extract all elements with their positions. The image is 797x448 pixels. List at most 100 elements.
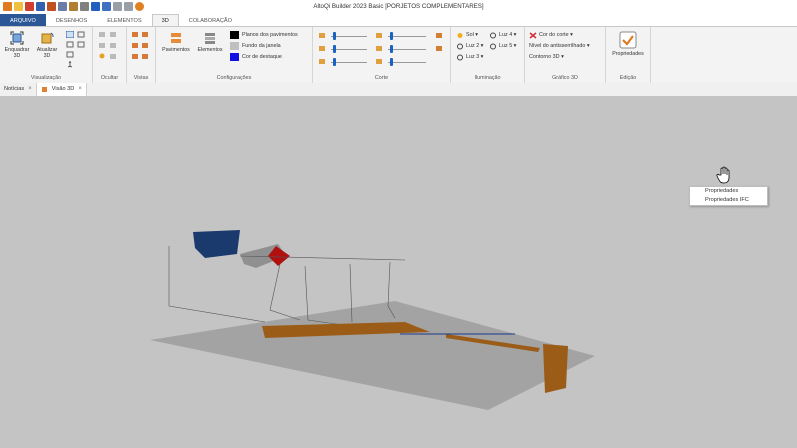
cut-x-slider[interactable] bbox=[331, 36, 367, 37]
tab-desenhos[interactable]: DESENHOS bbox=[46, 14, 97, 26]
luz5-option[interactable]: Luz 5 ▾ bbox=[499, 43, 516, 49]
model-3d-scene[interactable] bbox=[0, 96, 797, 448]
floor-plane bbox=[150, 301, 595, 410]
bulb-4-icon[interactable] bbox=[489, 32, 497, 39]
planos-color-swatch[interactable] bbox=[230, 31, 239, 39]
view-list-icon[interactable] bbox=[77, 31, 85, 38]
window-title: AltoQi Builder 2023 Basic [PORJETOS COMP… bbox=[313, 3, 484, 10]
cut-y-slider[interactable] bbox=[331, 49, 367, 50]
cor-corte-option[interactable]: Cor do corte ▾ bbox=[539, 32, 573, 38]
view-camera-icon[interactable] bbox=[66, 51, 74, 58]
cube-3d-icon bbox=[41, 87, 47, 92]
group-edicao-label: Edição bbox=[619, 75, 637, 81]
fundo-janela-option[interactable]: Fundo da janela bbox=[242, 43, 281, 49]
pavimentos-button[interactable]: Pavimentos bbox=[160, 31, 192, 53]
doc-tab-noticias[interactable]: Notícias × bbox=[0, 83, 37, 96]
cut-y2-icon[interactable] bbox=[375, 45, 383, 52]
group-corte-label: Corte bbox=[374, 75, 389, 81]
view-grid-icon[interactable] bbox=[66, 41, 74, 48]
cut-x2-icon[interactable] bbox=[375, 32, 383, 39]
cut-z-slider[interactable] bbox=[331, 62, 367, 63]
view-wire-icon[interactable] bbox=[66, 31, 74, 38]
cor-destaque-option[interactable]: Cor de destaque bbox=[242, 54, 282, 60]
doc-tab-visao-3d[interactable]: Visão 3D × bbox=[36, 83, 87, 96]
cut-color-icon[interactable] bbox=[529, 32, 537, 39]
antisserrilhado-option[interactable]: Nível do antisserrilhado ▾ bbox=[529, 43, 590, 49]
floors-icon bbox=[171, 33, 181, 43]
luz2-option[interactable]: Luz 2 ▾ bbox=[466, 43, 483, 49]
unhide-icon[interactable] bbox=[109, 53, 117, 60]
cut-x2-thumb[interactable] bbox=[390, 32, 393, 40]
checkmark-icon bbox=[619, 31, 637, 49]
planos-pavimentos-option[interactable]: Planos dos pavimentos bbox=[242, 32, 298, 38]
view-iso-icon[interactable] bbox=[141, 53, 149, 60]
cut-x-thumb[interactable] bbox=[333, 32, 336, 40]
ribbon: Enquadrar 3D Atualizar 3D Visualização O… bbox=[0, 26, 797, 84]
viewport-3d[interactable]: Propriedades Propriedades IFC bbox=[0, 96, 797, 448]
contorno-3d-option[interactable]: Contorno 3D ▾ bbox=[529, 54, 564, 60]
tab-3d[interactable]: 3D bbox=[151, 14, 179, 26]
enquadrar-3d-button[interactable]: Enquadrar 3D bbox=[4, 31, 30, 59]
cut-reset-icon[interactable] bbox=[435, 45, 443, 52]
bulb-2-icon[interactable] bbox=[456, 43, 464, 50]
group-edicao: Propriedades Edição bbox=[606, 27, 651, 83]
refresh-3d-icon bbox=[41, 32, 54, 44]
lamp-icon[interactable] bbox=[98, 53, 106, 60]
luz3-option[interactable]: Luz 3 ▾ bbox=[466, 54, 483, 60]
cut-y2-slider[interactable] bbox=[388, 49, 426, 50]
cut-x-icon[interactable] bbox=[318, 32, 326, 39]
atualizar-3d-button[interactable]: Atualizar 3D bbox=[34, 31, 60, 59]
group-visualizacao-label: Visualização bbox=[30, 75, 62, 81]
cut-z2-thumb[interactable] bbox=[390, 58, 393, 66]
close-icon[interactable]: × bbox=[28, 83, 32, 96]
group-ocultar-label: Ocultar bbox=[100, 75, 119, 81]
group-vistas-label: Vistas bbox=[133, 75, 149, 81]
sun-icon[interactable] bbox=[456, 32, 464, 39]
title-bar: AltoQi Builder 2023 Basic [PORJETOS COMP… bbox=[0, 0, 797, 14]
view-back-icon[interactable] bbox=[141, 31, 149, 38]
cut-z2-slider[interactable] bbox=[388, 62, 426, 63]
group-configuracoes: Pavimentos Elementos Planos dos paviment… bbox=[156, 27, 313, 83]
ribbon-tabs: ARQUIVO DESENHOS ELEMENTOS 3D COLABORAÇÃ… bbox=[0, 14, 797, 26]
view-left-icon[interactable] bbox=[131, 42, 139, 49]
hide-all-icon[interactable] bbox=[109, 31, 117, 38]
view-top-icon[interactable] bbox=[131, 53, 139, 60]
cut-x2-slider[interactable] bbox=[388, 36, 426, 37]
cut-box-icon[interactable] bbox=[435, 32, 443, 39]
bulb-5-icon[interactable] bbox=[489, 43, 497, 50]
tab-elementos[interactable]: ELEMENTOS bbox=[97, 14, 151, 26]
cut-z-thumb[interactable] bbox=[333, 58, 336, 66]
group-grafico-3d-label: Gráfico 3D bbox=[552, 75, 578, 81]
isolate-icon[interactable] bbox=[109, 42, 117, 49]
tab-colaboracao[interactable]: COLABORAÇÃO bbox=[179, 14, 242, 26]
group-vistas: Vistas bbox=[127, 27, 156, 83]
close-icon[interactable]: × bbox=[78, 83, 82, 96]
group-iluminacao-label: Iluminação bbox=[474, 75, 501, 81]
walk-person-icon[interactable] bbox=[66, 61, 74, 68]
elements-icon bbox=[205, 33, 215, 44]
luz4-option[interactable]: Luz 4 ▾ bbox=[499, 32, 516, 38]
destaque-color-swatch[interactable] bbox=[230, 53, 239, 61]
document-tabs: Notícias × Visão 3D × bbox=[0, 83, 797, 97]
cut-y2-thumb[interactable] bbox=[390, 45, 393, 53]
cut-z-icon[interactable] bbox=[318, 58, 326, 65]
view-right-icon[interactable] bbox=[141, 42, 149, 49]
sol-option[interactable]: Sol ▾ bbox=[466, 32, 478, 38]
bulb-3-icon[interactable] bbox=[456, 54, 464, 61]
show-element-icon[interactable] bbox=[98, 42, 106, 49]
elementos-button[interactable]: Elementos bbox=[194, 31, 226, 53]
ctx-propriedades[interactable]: Propriedades bbox=[690, 187, 767, 196]
hide-element-icon[interactable] bbox=[98, 31, 106, 38]
cut-z2-icon[interactable] bbox=[375, 58, 383, 65]
cut-y-thumb[interactable] bbox=[333, 45, 336, 53]
propriedades-button[interactable]: Propriedades bbox=[608, 31, 648, 57]
group-iluminacao: Sol ▾ Luz 2 ▾ Luz 3 ▾ Luz 4 ▾ Luz 5 ▾ Il… bbox=[451, 27, 525, 83]
tab-arquivo[interactable]: ARQUIVO bbox=[0, 14, 46, 26]
view-front-icon[interactable] bbox=[131, 31, 139, 38]
frame-3d-icon bbox=[10, 31, 24, 45]
ctx-propriedades-ifc[interactable]: Propriedades IFC bbox=[690, 196, 767, 205]
cut-y-icon[interactable] bbox=[318, 45, 326, 52]
view-split-icon[interactable] bbox=[77, 41, 85, 48]
fundo-color-swatch[interactable] bbox=[230, 42, 239, 50]
group-configuracoes-label: Configurações bbox=[216, 75, 252, 81]
